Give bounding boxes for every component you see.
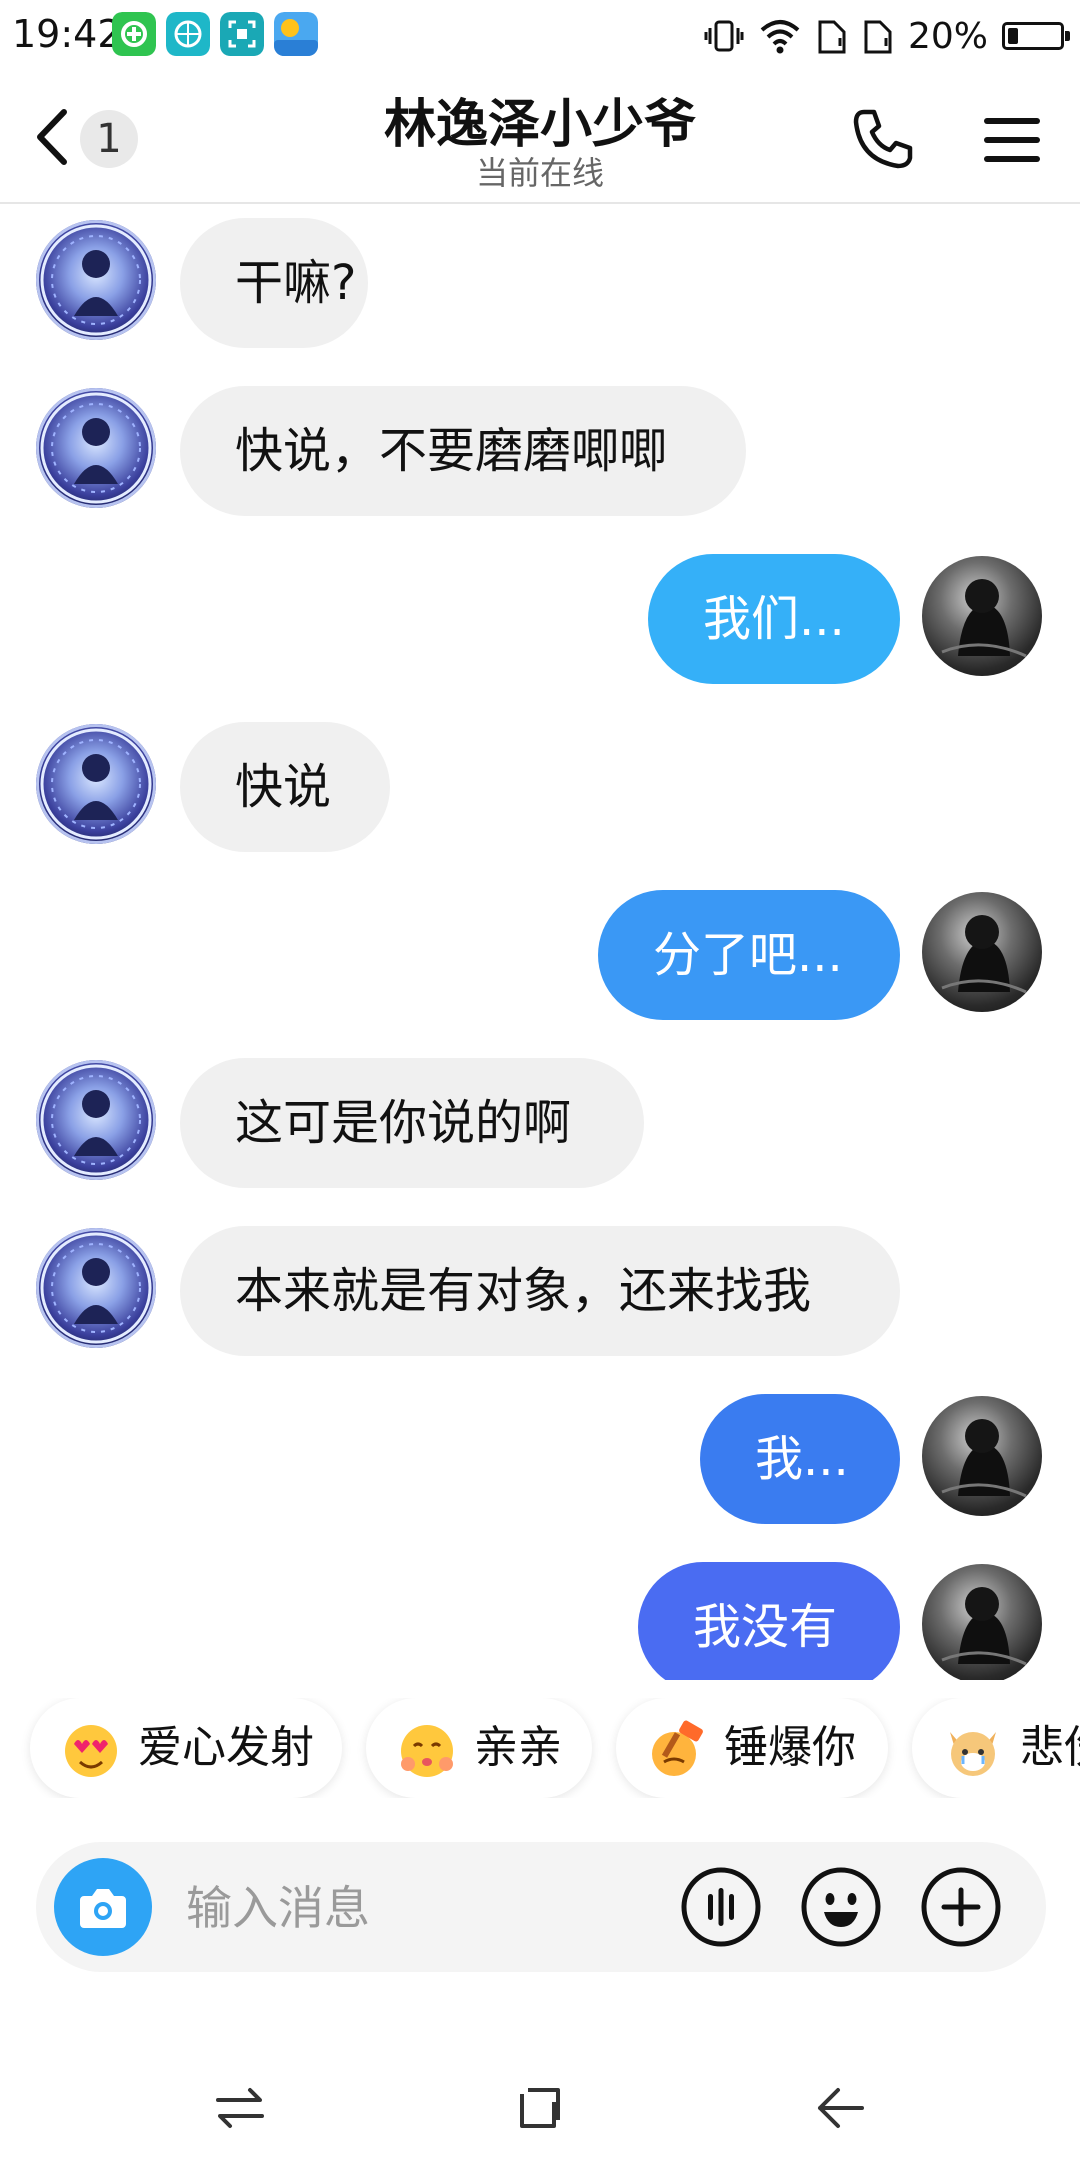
contact-avatar[interactable] xyxy=(36,724,156,844)
message-bubble[interactable]: 这可是你说的啊 xyxy=(180,1058,644,1188)
sim-card-2-icon xyxy=(864,20,892,54)
message-bubble[interactable]: 本来就是有对象，还来找我 xyxy=(180,1226,900,1356)
contact-avatar[interactable] xyxy=(36,1060,156,1180)
battery-level xyxy=(1008,28,1018,44)
online-status: 当前在线 xyxy=(475,154,604,192)
contact-name[interactable]: 林逸泽小少爷 xyxy=(0,82,1080,157)
message-row-received: 这可是你说的啊 xyxy=(0,1046,1080,1188)
message-bubble[interactable]: 分了吧... xyxy=(598,890,900,1020)
quick-reaction-kiss[interactable]: 亲亲 xyxy=(366,1698,592,1798)
heart-eyes-emoji-icon xyxy=(65,1725,117,1777)
message-row-received: 本来就是有对象，还来找我 xyxy=(0,1214,1080,1356)
status-time: 19:42 xyxy=(12,12,122,56)
system-navigation-bar xyxy=(0,2040,1080,2160)
message-bubble[interactable]: 快说 xyxy=(180,722,390,852)
quick-reaction-label: 爱心发射 xyxy=(138,1722,314,1773)
contact-avatar[interactable] xyxy=(36,388,156,508)
my-avatar[interactable] xyxy=(922,892,1042,1012)
weather-app-icon xyxy=(274,12,318,56)
menu-icon[interactable] xyxy=(982,112,1042,168)
contact-avatar[interactable] xyxy=(36,1228,156,1348)
basketball-app-icon xyxy=(166,12,210,56)
message-bubble[interactable]: 我... xyxy=(700,1394,900,1524)
message-row-received: 干嘛? xyxy=(0,206,1080,348)
message-input-bar xyxy=(36,1842,1046,1972)
quick-reaction-heart-shoot[interactable]: 爱心发射 xyxy=(30,1698,342,1798)
hammer-emoji-icon xyxy=(652,1720,703,1776)
quick-reaction-label: 亲亲 xyxy=(474,1722,562,1773)
battery-percentage: 20% xyxy=(907,15,988,57)
quick-reaction-label: 锤爆你 xyxy=(724,1722,856,1773)
message-row-sent: 我没有 xyxy=(0,1550,1080,1680)
camera-icon xyxy=(80,1889,126,1928)
camera-button[interactable] xyxy=(54,1858,152,1956)
quick-reaction-bar: 爱心发射 亲亲 锤爆你 悲伤 xyxy=(0,1698,1080,1798)
quick-reaction-hammer[interactable]: 锤爆你 xyxy=(616,1698,888,1798)
message-bubble[interactable]: 快说，不要磨磨唧唧 xyxy=(180,386,746,516)
status-bar: 19:42 20% xyxy=(0,0,1080,72)
message-input[interactable] xyxy=(184,1864,688,1952)
emoji-icon[interactable] xyxy=(800,1866,882,1948)
message-bubble[interactable]: 我没有 xyxy=(638,1562,900,1680)
sim-card-1-icon xyxy=(818,20,846,54)
message-row-received: 快说 xyxy=(0,710,1080,852)
app-notification-icon xyxy=(112,12,156,56)
my-avatar[interactable] xyxy=(922,556,1042,676)
voice-input-icon[interactable] xyxy=(680,1866,762,1948)
home-icon[interactable] xyxy=(512,2080,568,2136)
status-indicators: 20% xyxy=(704,10,1070,62)
phone-call-icon[interactable] xyxy=(850,106,916,172)
back-nav-icon[interactable] xyxy=(812,2080,868,2136)
message-row-sent: 我们... xyxy=(0,542,1080,684)
message-list[interactable]: 干嘛? 快说，不要磨磨唧唧 我们... 快说 分了吧... 这可是你说的啊 本来… xyxy=(0,204,1080,1680)
battery-icon xyxy=(1002,22,1070,50)
wifi-icon xyxy=(760,20,800,54)
quick-reaction-label: 悲伤 xyxy=(1020,1722,1080,1773)
sad-dog-emoji-icon xyxy=(950,1732,996,1776)
message-bubble[interactable]: 干嘛? xyxy=(180,218,368,348)
message-row-sent: 我... xyxy=(0,1382,1080,1524)
contact-avatar[interactable] xyxy=(36,220,156,340)
recent-apps-icon[interactable] xyxy=(212,2080,268,2136)
message-bubble[interactable]: 我们... xyxy=(648,554,900,684)
chat-header: 1 林逸泽小少爷 当前在线 xyxy=(0,72,1080,204)
message-row-received: 快说，不要磨磨唧唧 xyxy=(0,374,1080,516)
message-row-sent: 分了吧... xyxy=(0,878,1080,1020)
plus-icon[interactable] xyxy=(920,1866,1002,1948)
quick-reaction-sad[interactable]: 悲伤 xyxy=(912,1698,1080,1798)
scan-app-icon xyxy=(220,12,264,56)
kiss-emoji-icon xyxy=(401,1725,453,1777)
my-avatar[interactable] xyxy=(922,1564,1042,1680)
my-avatar[interactable] xyxy=(922,1396,1042,1516)
vibrate-icon xyxy=(704,20,744,52)
